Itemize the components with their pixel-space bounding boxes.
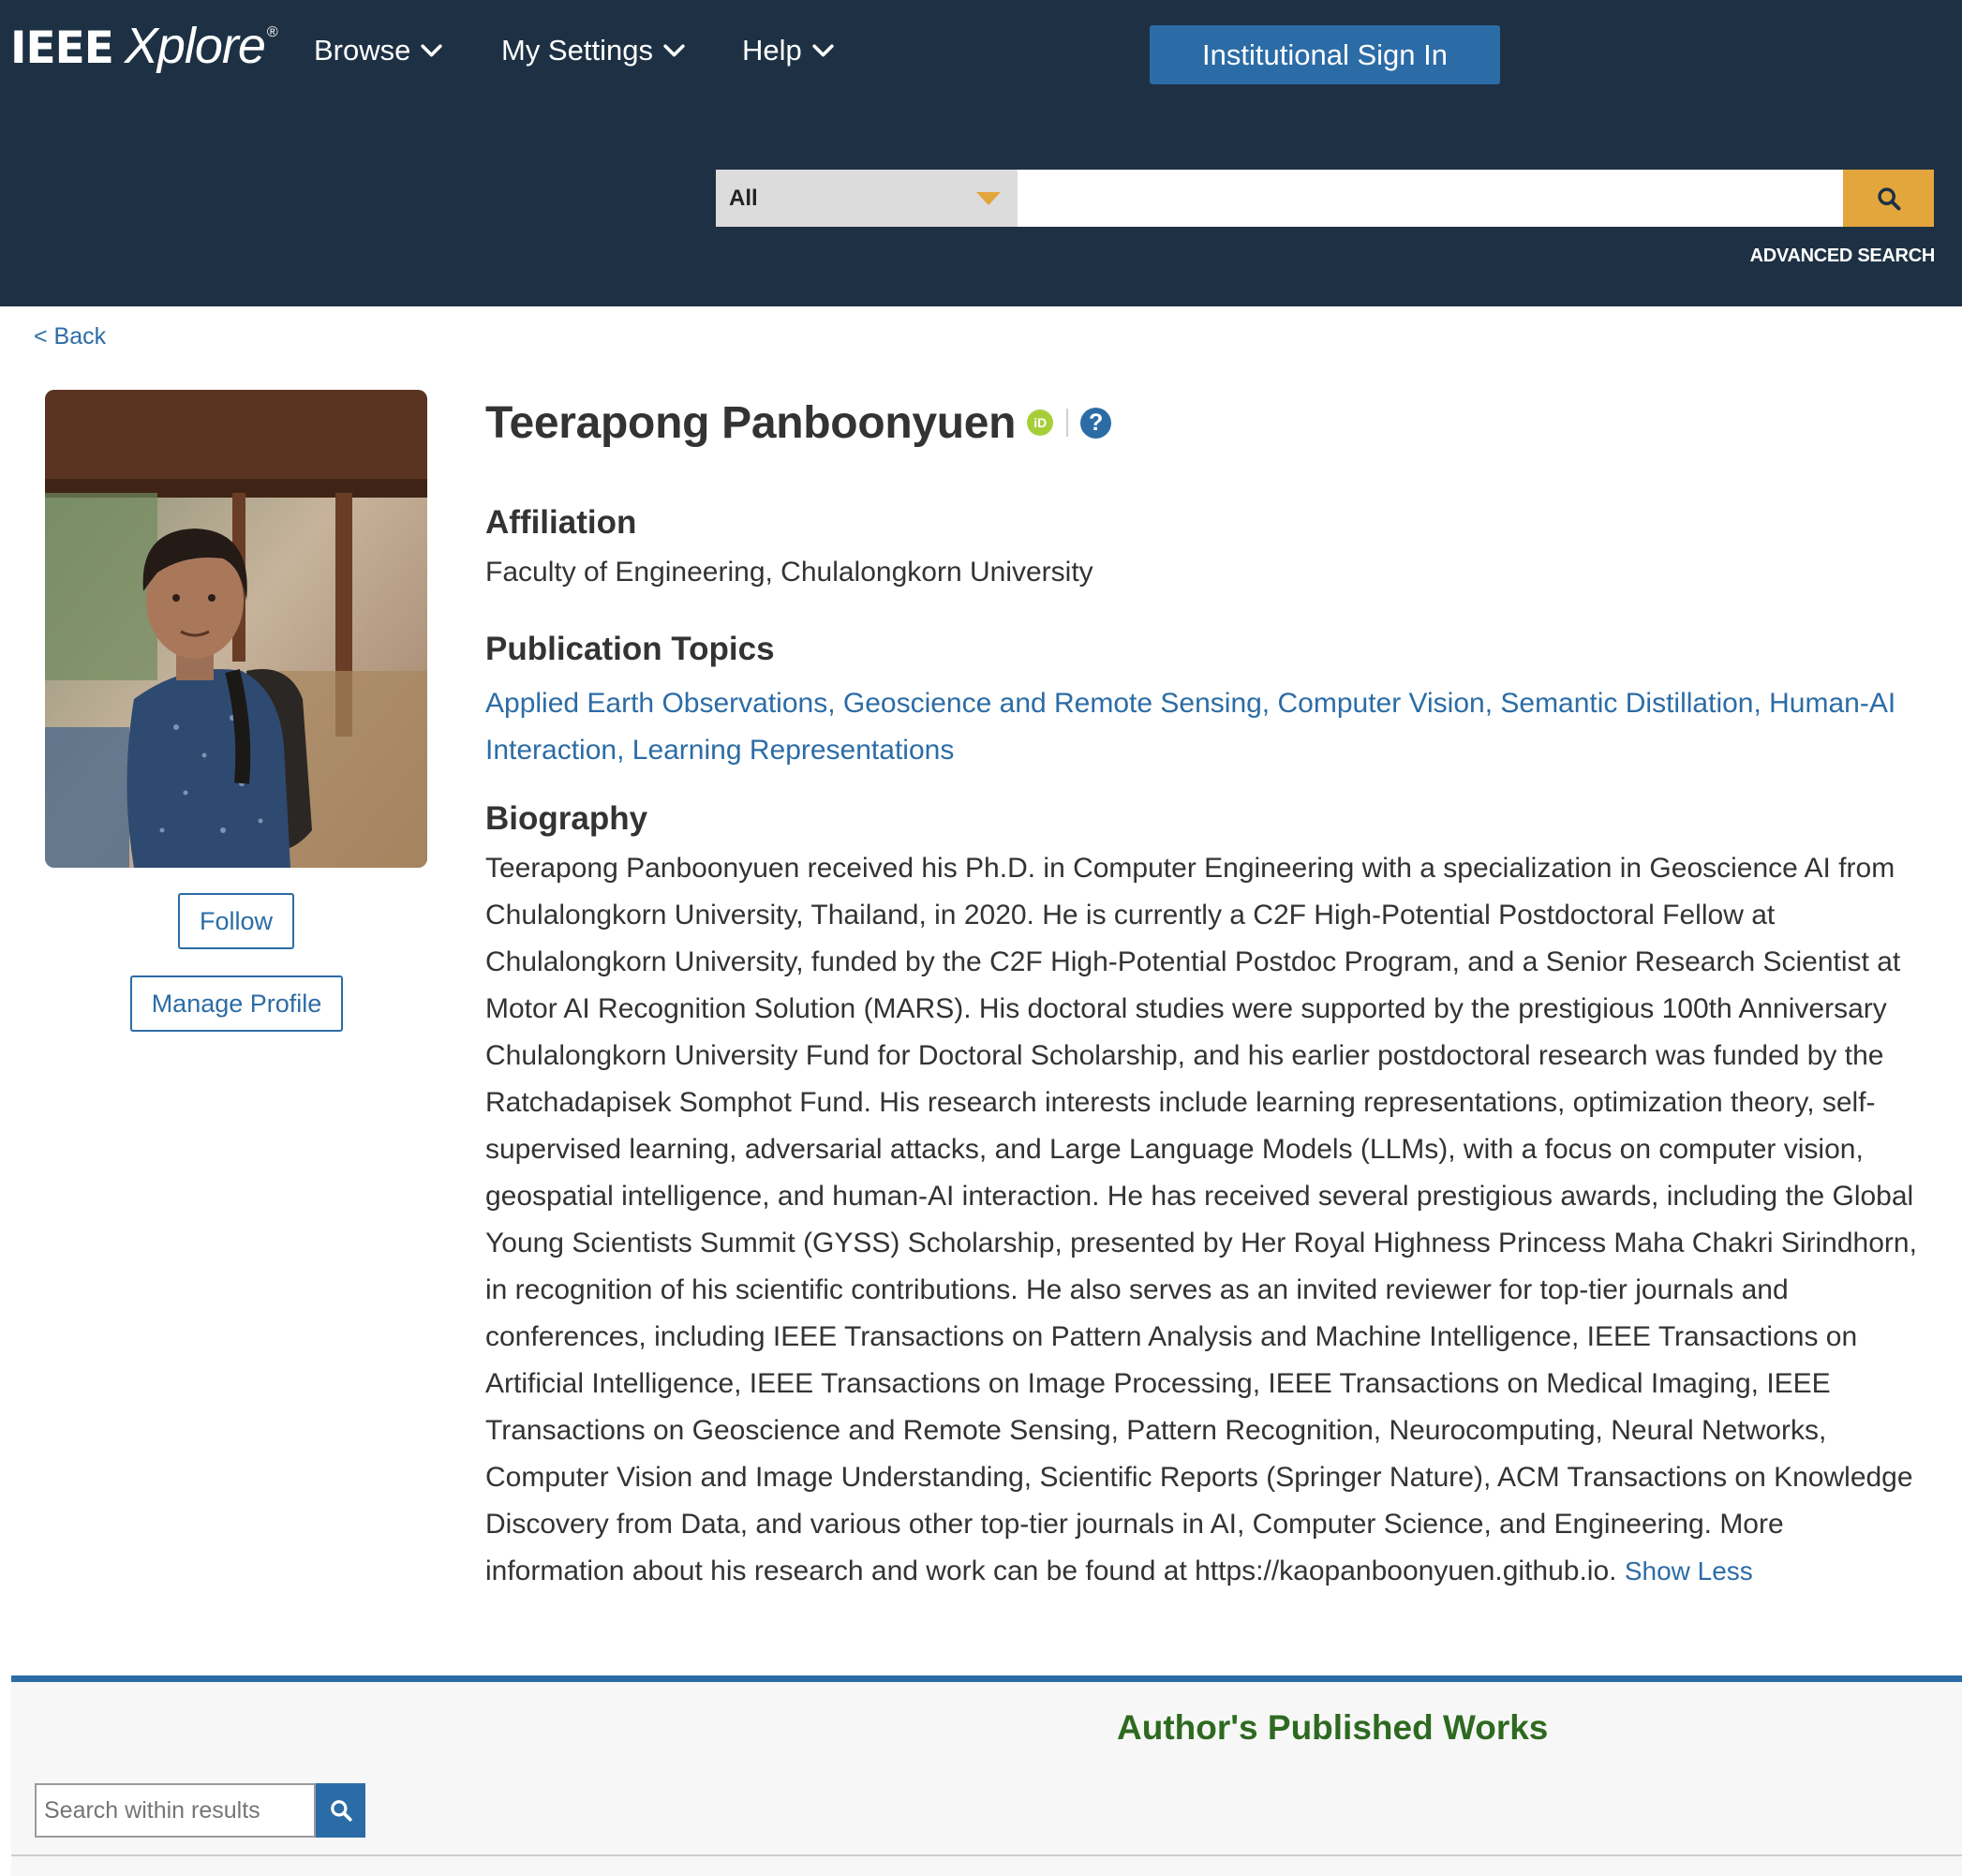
search-icon — [1877, 186, 1900, 210]
biography-body: Teerapong Panboonyuen received his Ph.D.… — [485, 853, 1917, 1586]
divider — [1066, 409, 1069, 437]
chevron-down-icon — [663, 44, 685, 56]
chevron-down-icon — [812, 44, 834, 56]
nav-help-label: Help — [742, 34, 802, 67]
divider — [11, 1854, 1962, 1856]
help-icon[interactable]: ? — [1080, 407, 1112, 439]
orcid-icon[interactable]: iD — [1027, 409, 1054, 436]
search-bar: All — [716, 170, 1934, 227]
chevron-down-icon — [421, 44, 443, 56]
search-within-input[interactable] — [35, 1783, 316, 1838]
ieee-xplore-logo[interactable]: IEEE Xplore ® — [10, 17, 278, 75]
search-input[interactable] — [1018, 170, 1843, 227]
nav-help[interactable]: Help — [742, 34, 835, 67]
search-icon — [330, 1800, 352, 1822]
biography-heading: Biography — [485, 800, 648, 837]
publication-topics-heading: Publication Topics — [485, 631, 775, 667]
publication-topics-links[interactable]: Applied Earth Observations, Geoscience a… — [485, 680, 1910, 774]
manage-profile-button[interactable]: Manage Profile — [130, 975, 343, 1032]
affiliation-text: Faculty of Engineering, Chulalongkorn Un… — [485, 557, 1093, 588]
author-name: Teerapong Panboonyuen — [485, 397, 1017, 448]
author-name-row: Teerapong Panboonyuen iD ? — [485, 390, 1910, 455]
affiliation-heading: Affiliation — [485, 504, 637, 541]
nav-my-settings-label: My Settings — [501, 34, 653, 67]
author-details: Teerapong Panboonyuen iD ? Affiliation F… — [485, 390, 1917, 1587]
advanced-search-link[interactable]: ADVANCED SEARCH — [1750, 246, 1936, 267]
show-less-link[interactable]: Show Less — [1625, 1556, 1753, 1586]
search-button[interactable] — [1843, 170, 1934, 227]
author-photo — [45, 390, 427, 868]
institutional-sign-in-button[interactable]: Institutional Sign In — [1150, 25, 1500, 84]
search-scope-value: All — [729, 185, 758, 211]
nav-browse[interactable]: Browse — [314, 34, 443, 67]
biography-text: Teerapong Panboonyuen received his Ph.D.… — [485, 845, 1919, 1595]
published-works-title: Author's Published Works — [1117, 1708, 1549, 1747]
nav-my-settings[interactable]: My Settings — [501, 34, 686, 67]
published-works-section: Author's Published Works — [11, 1675, 1962, 1876]
search-within-button[interactable] — [316, 1783, 365, 1838]
logo-product: Xplore — [124, 18, 266, 74]
follow-button[interactable]: Follow — [178, 893, 294, 949]
author-photo-illustration — [45, 390, 427, 868]
back-link[interactable]: < Back — [34, 323, 106, 350]
caret-down-icon — [976, 191, 1001, 205]
logo-registered-mark: ® — [266, 24, 278, 40]
site-header: IEEE Xplore ® Browse My Settings Help In… — [0, 0, 1962, 306]
search-scope-select[interactable]: All — [716, 170, 1018, 227]
nav-browse-label: Browse — [314, 34, 411, 67]
search-within-results — [35, 1783, 365, 1838]
logo-brand: IEEE — [10, 22, 114, 74]
